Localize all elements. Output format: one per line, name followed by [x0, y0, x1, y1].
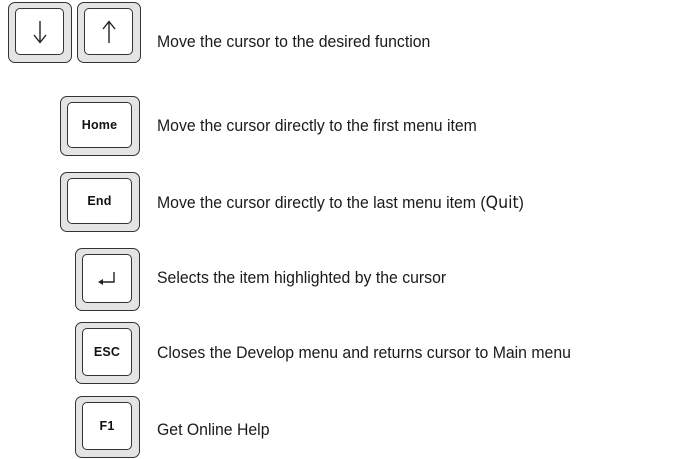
quit-label: Quit	[485, 193, 519, 213]
description-arrows: Move the cursor to the desired function	[157, 32, 431, 51]
home-key: Home	[60, 96, 140, 156]
up-arrow-key	[77, 2, 141, 63]
esc-key: ESC	[75, 322, 140, 384]
f1-key-label: F1	[99, 419, 115, 433]
home-key-label: Home	[81, 118, 118, 132]
description-home: Move the cursor directly to the first me…	[157, 116, 477, 135]
esc-key-label: ESC	[93, 345, 121, 359]
f1-key: F1	[75, 396, 140, 458]
arrow-down-icon	[32, 19, 48, 45]
description-esc: Closes the Develop menu and returns curs…	[157, 343, 571, 362]
end-key: End	[60, 172, 140, 232]
end-key-label: End	[87, 194, 112, 208]
enter-icon	[96, 271, 118, 287]
description-end-close: )	[518, 193, 524, 212]
description-end: Move the cursor directly to the last men…	[157, 193, 524, 213]
description-end-text: Move the cursor directly to the last men…	[157, 193, 486, 212]
description-f1: Get Online Help	[157, 420, 270, 439]
description-enter: Selects the item highlighted by the curs…	[157, 268, 447, 287]
down-arrow-key	[8, 2, 72, 63]
enter-key	[75, 248, 140, 311]
arrow-up-icon	[101, 19, 117, 45]
